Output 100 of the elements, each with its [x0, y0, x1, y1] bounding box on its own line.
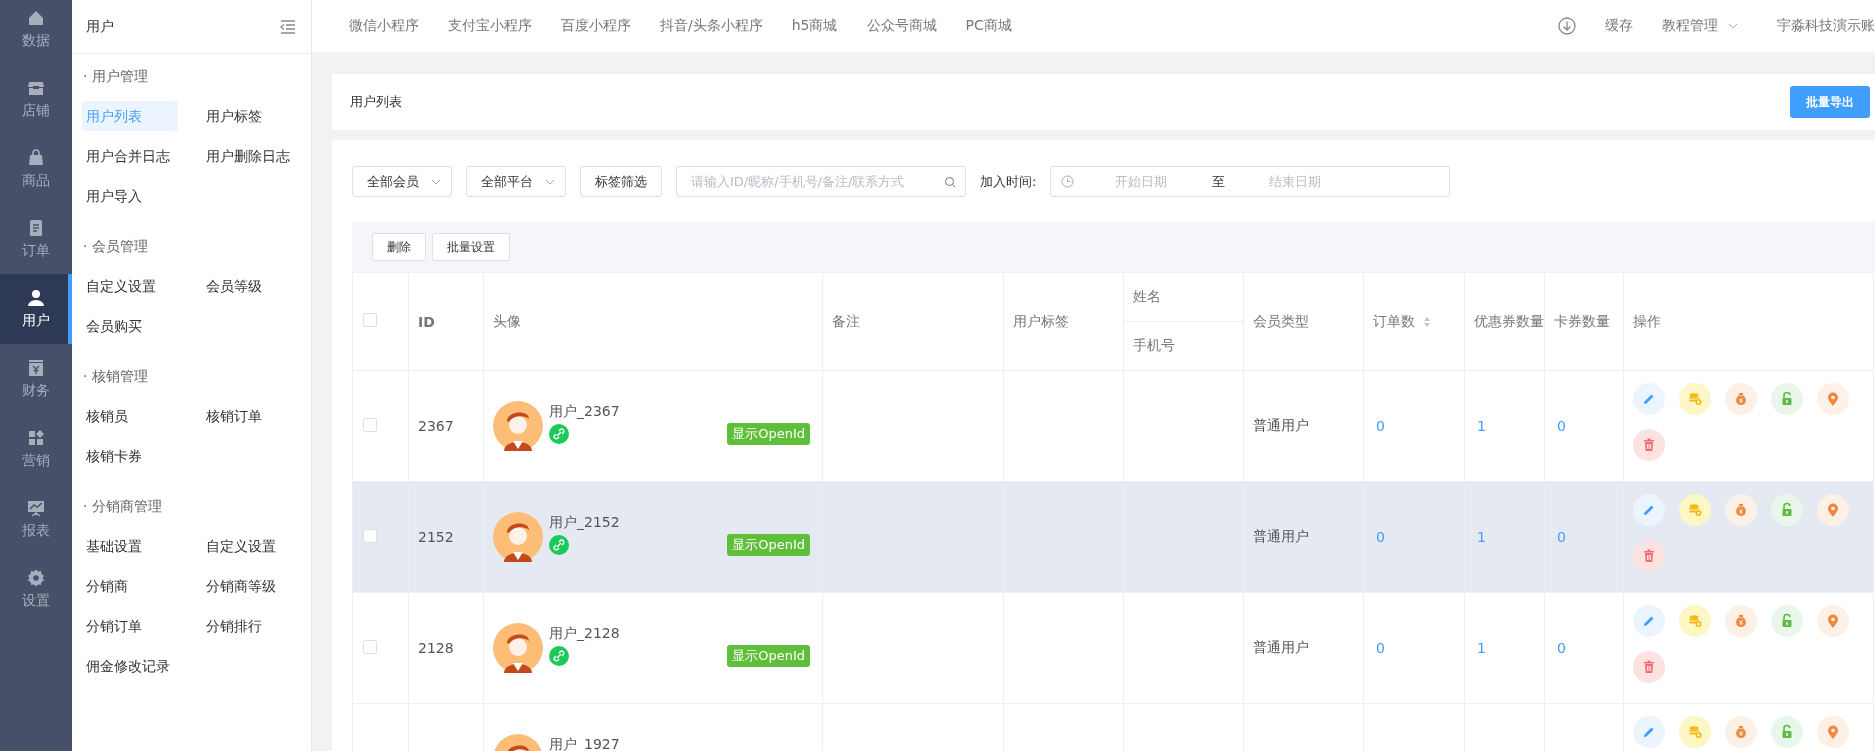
submenu-item[interactable]: 会员等级 — [202, 271, 262, 301]
unlock-button[interactable] — [1771, 494, 1803, 526]
row-checkbox[interactable] — [363, 313, 377, 327]
submenu-item[interactable]: 分销排行 — [202, 611, 262, 641]
column-header[interactable]: 用户标签 — [1013, 312, 1069, 331]
submenu-item[interactable]: 用户合并日志 — [82, 141, 170, 171]
submenu-item[interactable]: 用户导入 — [82, 181, 142, 211]
submenu-item[interactable]: 基础设置 — [82, 531, 142, 561]
row-checkbox[interactable] — [363, 639, 377, 654]
order-count-link[interactable]: 0 — [1376, 640, 1385, 656]
column-header[interactable]: ID — [418, 313, 435, 330]
column-header[interactable]: 备注 — [832, 312, 860, 331]
order-count-link[interactable]: 0 — [1376, 418, 1385, 434]
tutorial-dropdown[interactable]: 教程管理 — [1662, 17, 1738, 35]
top-nav-link[interactable]: 抖音/头条小程序 — [660, 17, 763, 35]
submenu-item[interactable]: 用户列表 — [82, 101, 178, 131]
rail-nav-item[interactable]: 营销 — [0, 414, 72, 484]
column-header[interactable]: 订单数 — [1373, 312, 1431, 331]
rail-nav-item[interactable]: 商品 — [0, 134, 72, 204]
money-bag-button[interactable] — [1725, 716, 1757, 748]
column-header[interactable]: 卡券数量 — [1554, 312, 1610, 331]
submenu-item[interactable]: 核销员 — [82, 401, 128, 431]
rail-nav-item[interactable]: 财务 — [0, 344, 72, 414]
cache-link[interactable]: 缓存 — [1605, 17, 1633, 35]
download-icon[interactable] — [1558, 17, 1576, 35]
rail-nav-item[interactable]: 订单 — [0, 204, 72, 274]
date-range-picker[interactable]: 开始日期 至 结束日期 — [1050, 166, 1451, 197]
top-nav-link[interactable]: PC商城 — [965, 17, 1012, 35]
user-name: 用户_2128 — [549, 624, 620, 643]
delete-button[interactable] — [1633, 651, 1665, 683]
row-checkbox[interactable] — [363, 417, 377, 432]
rail-nav-item[interactable]: 数据 — [0, 0, 72, 64]
coins-button[interactable] — [1679, 716, 1711, 748]
rail-nav-item[interactable]: 报表 — [0, 484, 72, 554]
location-pin-button[interactable] — [1817, 494, 1849, 526]
edit-button[interactable] — [1633, 716, 1665, 748]
sort-icon[interactable] — [1423, 315, 1431, 328]
submenu-item[interactable]: 用户删除日志 — [202, 141, 290, 171]
unlock-button[interactable] — [1771, 605, 1803, 637]
batch-export-button[interactable]: 批量导出 — [1790, 86, 1870, 118]
edit-button[interactable] — [1633, 383, 1665, 415]
column-header[interactable]: 优惠券数量 — [1474, 312, 1544, 331]
table-row[interactable]: 用户_1927 — [352, 703, 1874, 751]
location-pin-button[interactable] — [1817, 716, 1849, 748]
column-header[interactable]: 操作 — [1633, 312, 1661, 331]
account-name[interactable]: 宇淼科技演示账 — [1777, 17, 1875, 35]
tag-filter-button[interactable]: 标签筛选 — [580, 166, 662, 197]
top-nav-link[interactable]: 支付宝小程序 — [448, 17, 532, 35]
column-header[interactable]: 手机号 — [1133, 337, 1175, 353]
delete-button[interactable] — [1633, 429, 1665, 461]
top-nav-link[interactable]: 微信小程序 — [349, 17, 419, 35]
row-checkbox[interactable] — [363, 528, 377, 543]
card-count-link[interactable]: 0 — [1557, 418, 1566, 434]
submenu-item[interactable]: 用户标签 — [202, 101, 262, 131]
submenu-item[interactable]: 分销订单 — [82, 611, 142, 641]
location-pin-button[interactable] — [1817, 383, 1849, 415]
toolbar-button[interactable]: 批量设置 — [432, 233, 510, 261]
unlock-button[interactable] — [1771, 383, 1803, 415]
coins-button[interactable] — [1679, 605, 1711, 637]
money-bag-button[interactable] — [1725, 494, 1757, 526]
clock-icon — [1061, 175, 1075, 188]
submenu-item[interactable]: 自定义设置 — [202, 531, 276, 561]
submenu-item[interactable]: 佣金修改记录 — [82, 651, 170, 681]
top-nav-link[interactable]: 百度小程序 — [561, 17, 631, 35]
search-field[interactable]: 请输入ID/昵称/手机号/备注/联系方式 — [676, 166, 966, 197]
column-header[interactable]: 姓名 — [1133, 288, 1161, 306]
rail-nav-item[interactable]: 用户 — [0, 274, 72, 344]
coins-button[interactable] — [1679, 383, 1711, 415]
submenu-item[interactable]: 自定义设置 — [82, 271, 156, 301]
coupon-count-link[interactable]: 1 — [1477, 418, 1486, 434]
table-row[interactable]: 2152 用户_2152 显示OpenId 普通用户 0 1 0 — [352, 481, 1874, 593]
toolbar-button[interactable]: 删除 — [372, 233, 426, 261]
coins-button[interactable] — [1679, 494, 1711, 526]
card-count-link[interactable]: 0 — [1557, 640, 1566, 656]
submenu-item[interactable]: 会员购买 — [82, 311, 142, 341]
submenu-item[interactable]: 分销商 — [82, 571, 128, 601]
submenu-item[interactable]: 核销订单 — [202, 401, 262, 431]
unlock-button[interactable] — [1771, 716, 1803, 748]
member-select[interactable]: 全部会员 — [352, 166, 452, 197]
money-bag-button[interactable] — [1725, 605, 1757, 637]
submenu-item[interactable]: 分销商等级 — [202, 571, 276, 601]
table-row[interactable]: 2128 用户_2128 显示OpenId 普通用户 0 1 0 — [352, 592, 1874, 704]
money-bag-button[interactable] — [1725, 383, 1757, 415]
submenu-item[interactable]: 核销卡券 — [82, 441, 142, 471]
edit-button[interactable] — [1633, 494, 1665, 526]
delete-icon — [1641, 659, 1657, 675]
delete-button[interactable] — [1633, 540, 1665, 572]
column-header[interactable]: 头像 — [493, 312, 521, 331]
top-nav-link[interactable]: 公众号商城 — [866, 17, 937, 35]
money-bag-icon — [1733, 502, 1749, 518]
top-nav-link[interactable]: h5商城 — [791, 17, 838, 35]
rail-nav-item[interactable]: 设置 — [0, 554, 72, 624]
column-header[interactable]: 会员类型 — [1253, 312, 1309, 331]
table-row[interactable]: 2367 用户_2367 显示OpenId 普通用户 0 1 0 — [352, 370, 1874, 482]
edit-button[interactable] — [1633, 605, 1665, 637]
coupon-count-link[interactable]: 1 — [1477, 640, 1486, 656]
platform-select[interactable]: 全部平台 — [466, 166, 566, 197]
collapse-menu-icon[interactable] — [279, 17, 297, 36]
location-pin-button[interactable] — [1817, 605, 1849, 637]
rail-nav-item[interactable]: 店铺 — [0, 64, 72, 134]
